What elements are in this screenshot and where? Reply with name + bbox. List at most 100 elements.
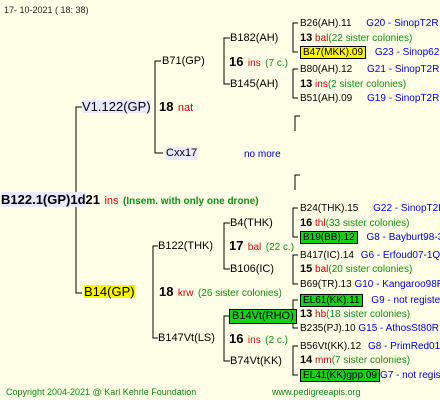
gen2-a-code: ins — [247, 58, 261, 69]
gen4-tag: G7 - not registe — [379, 370, 440, 381]
gen4-id: B80(AH).12 — [300, 64, 353, 75]
gen1-top-code: nat — [177, 102, 194, 114]
gen1-bottom-code: krw — [177, 288, 194, 299]
gen4-id: B417(IC).14 — [300, 250, 354, 261]
gen4-tag: G22 - SinopT2R — [373, 203, 440, 214]
gen4-tag: G9 - not registe — [371, 295, 440, 306]
root-note: (Insem. with only one drone) — [122, 196, 259, 207]
gen4-note: (2 sister colonies) — [327, 79, 407, 90]
header-date: 17- 10-2021 ( 18: 38) — [4, 5, 89, 15]
gen4-tag: G6 - Erfoud07-1Q — [360, 250, 440, 261]
gen1-bottom-note: (26 sister colonies) — [197, 288, 282, 299]
gen4-row-11[interactable]: B56Vt(KK).12 G8 - PrimRed01 — [300, 340, 440, 353]
gen4-number: 13 — [300, 308, 313, 320]
gen4-sisters-5: 13 hb(18 sister colonies) — [300, 308, 410, 321]
root-code: ins — [104, 195, 119, 207]
gen4-code: mm — [315, 355, 332, 366]
gen2-d-code: ins — [247, 335, 261, 346]
gen2-a-number: 16 — [229, 54, 244, 69]
gen4-tag: G23 - Sinop62R — [374, 47, 440, 58]
gen4-number: 13 — [300, 32, 313, 44]
gen1-bottom-number: 18 — [159, 284, 174, 299]
gen4-id: EL41(KK)gpp.09 — [300, 369, 380, 382]
gen4-id: B56Vt(KK).12 — [300, 341, 362, 352]
gen4-tag: G8 - PrimRed01 — [367, 341, 440, 352]
gen4-tag: G15 - AthosSt80R — [358, 323, 439, 334]
gen4-number: 15 — [300, 263, 313, 275]
gen4-id: B235(PJ).10 — [300, 323, 356, 334]
gen4-row-2[interactable]: B47(MKK).09 G23 - Sinop62R — [300, 46, 440, 59]
gen1-bottom-id[interactable]: B14(GP) — [84, 285, 135, 298]
gen4-row-9[interactable]: EL61(KK).11 G9 - not registe — [300, 294, 440, 307]
gen4-tag: G19 - SinopT2R — [367, 93, 440, 104]
gen4-id: B51(AH).09 — [300, 93, 353, 104]
gen3-c1-id[interactable]: B4(THK) — [230, 217, 273, 230]
gen4-row-10[interactable]: B235(PJ).10 G15 - AthosSt80R — [300, 322, 439, 335]
gen2-a-id[interactable]: B71(GP) — [162, 55, 205, 68]
gen2-c-code: bal — [247, 242, 262, 253]
gen1-top-id[interactable]: V1.122(GP) — [82, 100, 151, 113]
gen1-top-number: 18 — [159, 99, 174, 114]
gen2-d-number: 16 — [229, 331, 244, 346]
gen4-sisters-2: 13 ins(2 sister colonies) — [300, 78, 406, 91]
gen4-note: (33 sister colonies) — [325, 218, 410, 229]
gen4-note: (22 sister colonies) — [328, 33, 413, 44]
gen2-c-note: (22 c.) — [265, 242, 295, 253]
gen1-top-meta: 18 nat — [159, 100, 193, 115]
gen2-c-meta: 17 bal (22 c.) — [229, 239, 294, 254]
gen2-d-id[interactable]: B147Vt(LS) — [158, 332, 215, 345]
gen4-code: thl — [315, 218, 326, 229]
gen4-number: 14 — [300, 354, 313, 366]
gen4-row-1[interactable]: B26(AH).11 G20 - SinopT2R — [300, 17, 439, 30]
gen2-a-note: (7 c.) — [265, 58, 288, 69]
gen2-b-id[interactable]: Cxx17 — [166, 147, 198, 160]
gen4-tag: G21 - SinopT2R — [367, 64, 440, 75]
gen4-id: B19(BB).12 — [300, 231, 358, 244]
gen4-number: 13 — [300, 78, 313, 90]
gen2-b-note: no more — [244, 149, 281, 160]
gen4-code: bal — [315, 33, 329, 44]
gen4-code: bal — [315, 264, 329, 275]
gen4-id: B24(THK).15 — [300, 203, 359, 214]
gen4-row-4[interactable]: B51(AH).09 G19 - SinopT2R — [300, 92, 439, 105]
gen4-row-6[interactable]: B19(BB).12 G8 - Bayburt98-3 — [300, 231, 440, 244]
gen2-a-meta: 16 ins (7 c.) — [229, 55, 288, 70]
gen4-row-5[interactable]: B24(THK).15 G22 - SinopT2R — [300, 202, 440, 215]
gen4-row-8[interactable]: B69(TR).13 G10 - Kangaroo98R — [300, 278, 440, 291]
gen3-c2-id[interactable]: B106(IC) — [230, 263, 274, 276]
gen3-a1-id[interactable]: B182(AH) — [230, 32, 278, 45]
gen1-bottom-meta: 18 krw (26 sister colonies) — [159, 285, 282, 300]
gen4-note: (18 sister colonies) — [326, 309, 411, 320]
gen4-row-12[interactable]: EL41(KK)gpp.09G7 - not registe — [300, 369, 440, 382]
gen4-tag: G20 - SinopT2R — [366, 18, 439, 29]
root-number: 21 — [85, 192, 101, 207]
gen3-d1-id[interactable]: B14Vt(RHO) — [229, 309, 297, 324]
pedigree-canvas: 17- 10-2021 ( 18: 38) Copyright 2004-202… — [0, 0, 440, 400]
gen4-note: (20 sister colonies) — [328, 264, 413, 275]
root-node[interactable]: B122.1(GP)1d21 ins (Insem. with only one… — [1, 192, 259, 208]
gen2-d-meta: 16 ins (2 c.) — [229, 332, 288, 347]
root-id: B122.1(GP)1d — [1, 192, 86, 207]
gen4-sisters-6: 14 mm(7 sister colonies) — [300, 354, 410, 367]
gen2-c-number: 17 — [229, 238, 244, 253]
gen4-sisters-3: 16 thl(33 sister colonies) — [300, 217, 410, 230]
gen4-tag: G10 - Kangaroo98R — [354, 279, 440, 290]
footer-url[interactable]: www.pedigreeapis.org — [272, 386, 361, 399]
footer-copyright: Copyright 2004-2021 @ Karl Kehrle Founda… — [6, 387, 197, 397]
gen4-tag: G8 - Bayburt98-3 — [366, 232, 440, 243]
gen4-id: B69(TR).13 — [300, 279, 352, 290]
gen4-note: (7 sister colonies) — [331, 355, 411, 366]
gen3-d2-id[interactable]: B74Vt(KK) — [230, 355, 282, 368]
gen2-d-note: (2 c.) — [265, 335, 288, 346]
gen4-sisters-4: 15 bal(20 sister colonies) — [300, 263, 412, 276]
gen2-c-id[interactable]: B122(THK) — [158, 240, 213, 253]
gen4-sisters-1: 13 bal(22 sister colonies) — [300, 32, 412, 45]
gen3-a2-id[interactable]: B145(AH) — [230, 78, 278, 91]
gen4-number: 16 — [300, 217, 313, 229]
gen4-row-7[interactable]: B417(IC).14 G6 - Erfoud07-1Q — [300, 249, 440, 262]
gen4-row-3[interactable]: B80(AH).12 G21 - SinopT2R — [300, 63, 439, 76]
gen4-code: hb — [315, 309, 327, 320]
gen4-code: ins — [315, 79, 328, 90]
gen4-id: EL61(KK).11 — [300, 294, 363, 307]
gen4-id: B47(MKK).09 — [300, 46, 367, 59]
